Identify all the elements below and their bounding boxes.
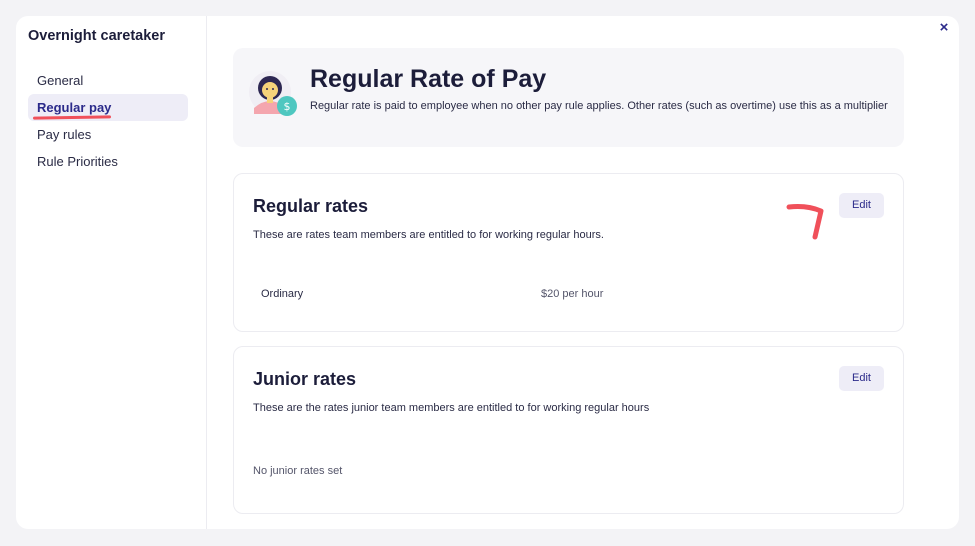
empty-state-text: No junior rates set xyxy=(253,465,343,477)
sidebar-nav: General Regular pay Pay rules Rule Prior… xyxy=(28,67,188,175)
sidebar-item-label: Regular pay xyxy=(37,100,112,115)
rate-name: Ordinary xyxy=(261,288,304,300)
regular-rates-title: Regular rates xyxy=(253,196,369,216)
sidebar-item-general[interactable]: General xyxy=(28,67,188,94)
sidebar-title: Overnight caretaker xyxy=(28,28,166,44)
junior-rates-card: Junior rates These are the rates junior … xyxy=(233,346,904,514)
annotation-underline xyxy=(32,115,112,120)
sidebar: Overnight caretaker General Regular pay … xyxy=(16,16,207,529)
regular-rates-description: These are rates team members are entitle… xyxy=(253,229,604,241)
rate-value: $20 per hour xyxy=(541,288,604,300)
page-title: Regular Rate of Pay xyxy=(310,65,547,93)
junior-rates-title: Junior rates xyxy=(253,369,357,389)
annotation-arrow xyxy=(786,204,824,240)
avatar: $ xyxy=(249,71,297,116)
regular-rates-edit-button[interactable]: Edit xyxy=(839,193,884,218)
close-icon[interactable]: × xyxy=(936,20,952,36)
pay-settings-modal: Overnight caretaker General Regular pay … xyxy=(16,16,959,529)
sidebar-item-regular-pay[interactable]: Regular pay xyxy=(28,94,188,121)
page-header: $ Regular Rate of Pay Regular rate is pa… xyxy=(233,48,904,147)
svg-text:$: $ xyxy=(284,100,291,113)
sidebar-item-rule-priorities[interactable]: Rule Priorities xyxy=(28,148,188,175)
sidebar-item-pay-rules[interactable]: Pay rules xyxy=(28,121,188,148)
page-description: Regular rate is paid to employee when no… xyxy=(310,100,888,112)
junior-rates-description: These are the rates junior team members … xyxy=(253,402,650,414)
junior-rates-edit-button[interactable]: Edit xyxy=(839,366,884,391)
